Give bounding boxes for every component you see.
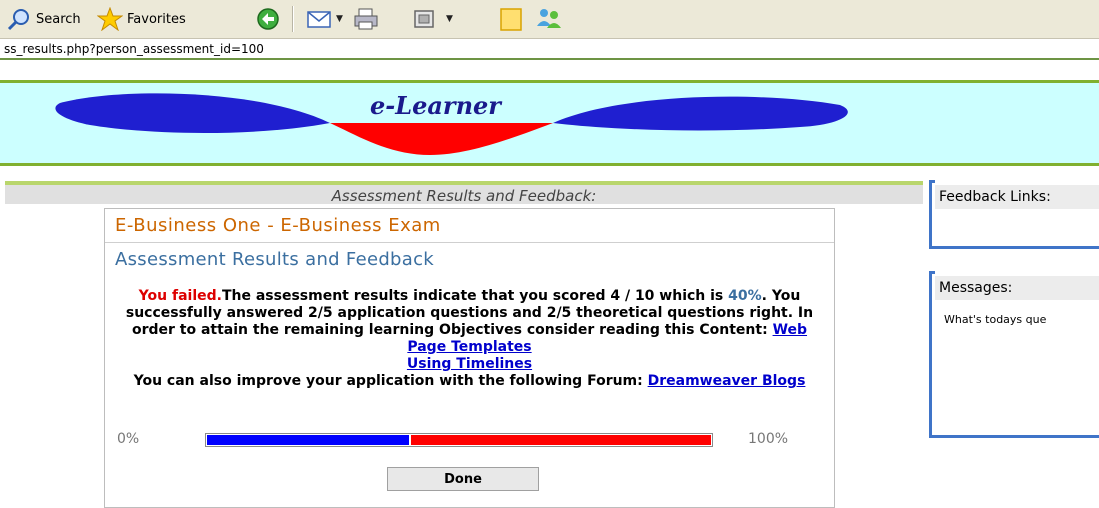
- window-icon: [412, 7, 436, 31]
- favorites-button[interactable]: Favorites: [97, 7, 186, 31]
- feedback-links-title: Feedback Links:: [935, 185, 1099, 209]
- search-label: Search: [36, 11, 81, 27]
- feedback-text: You failed.The assessment results indica…: [115, 288, 824, 390]
- history-button[interactable]: [253, 7, 283, 31]
- messenger-button[interactable]: [534, 7, 564, 31]
- message-text: What's todays que: [944, 313, 1047, 326]
- section-bar: Assessment Results and Feedback:: [5, 181, 923, 205]
- feedback-links-panel: Feedback Links:: [929, 180, 1099, 249]
- search-button[interactable]: Search: [6, 7, 81, 31]
- logo-text: e-Learner: [370, 91, 501, 120]
- messages-panel: Messages: What's todays que: [929, 271, 1099, 438]
- edit-button[interactable]: ▼: [412, 7, 453, 31]
- url-text: ss_results.php?person_assessment_id=100: [4, 42, 264, 56]
- forum-link-dreamweaver-blogs[interactable]: Dreamweaver Blogs: [648, 373, 806, 389]
- chevron-down-icon[interactable]: ▼: [336, 14, 343, 24]
- history-icon: [253, 7, 283, 31]
- site-header: e-Learner: [0, 80, 1099, 166]
- progress-max-label: 100%: [748, 431, 789, 447]
- folder-button[interactable]: [498, 7, 524, 31]
- panel-bottom-border: [932, 435, 1099, 438]
- toolbar-separator: [292, 6, 294, 32]
- mail-button[interactable]: ▼: [306, 7, 343, 31]
- print-button[interactable]: [352, 7, 380, 31]
- content-link-using-timelines[interactable]: Using Timelines: [407, 356, 532, 372]
- panel-corner: [929, 271, 935, 274]
- chevron-down-icon[interactable]: ▼: [446, 14, 453, 24]
- panel-bottom-border: [932, 246, 1099, 249]
- done-button[interactable]: Done: [387, 467, 539, 491]
- section-title: Assessment Results and Feedback:: [331, 187, 597, 205]
- progress-score-fill: [207, 435, 409, 445]
- progress-remaining-fill: [411, 435, 711, 445]
- results-panel: E-Business One - E-Business Exam Assessm…: [104, 208, 835, 508]
- folder-icon: [498, 6, 524, 32]
- progress-min-label: 0%: [117, 431, 140, 447]
- search-icon: [6, 7, 32, 31]
- star-icon: [97, 7, 123, 31]
- divider: [105, 242, 834, 243]
- address-bar[interactable]: ss_results.php?person_assessment_id=100: [0, 39, 1099, 60]
- score-percent: 40%: [728, 288, 762, 304]
- fail-status: You failed.: [138, 288, 222, 304]
- feedback-text-1: The assessment results indicate that you…: [221, 288, 729, 304]
- printer-icon: [352, 7, 380, 31]
- favorites-label: Favorites: [127, 11, 186, 27]
- feedback-text-3: You can also improve your application wi…: [133, 373, 648, 389]
- score-progress-bar: [205, 433, 713, 447]
- mail-icon: [306, 7, 334, 31]
- panel-corner: [929, 180, 935, 183]
- browser-toolbar: Search Favorites ▼ ▼: [0, 0, 1099, 39]
- course-title: E-Business One - E-Business Exam: [115, 215, 441, 236]
- results-title: Assessment Results and Feedback: [115, 249, 435, 270]
- logo-wave-graphic: [55, 93, 848, 155]
- users-icon: [534, 6, 564, 32]
- messages-title: Messages:: [935, 276, 1099, 300]
